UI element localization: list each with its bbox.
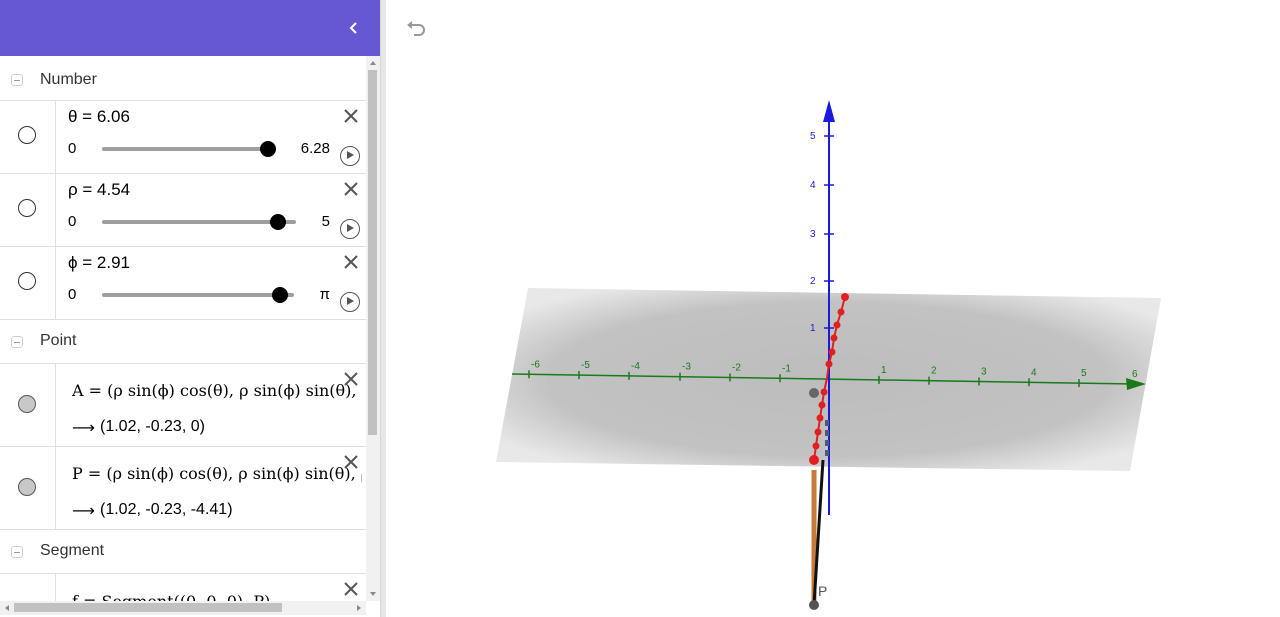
group-title-number: Number [40, 71, 97, 88]
x-tick-label: 2 [931, 366, 937, 377]
algebra-header-bar [0, 0, 380, 56]
marble-cell [0, 174, 56, 246]
slider-track[interactable] [102, 214, 296, 230]
marble-cell [0, 364, 56, 446]
point-value: (1.02, -0.23, 0) [100, 418, 205, 435]
visibility-toggle[interactable] [18, 478, 36, 496]
z-tick-label: 3 [810, 229, 816, 240]
x-tick-label: 1 [881, 365, 887, 376]
z-tick-label: 5 [810, 131, 816, 142]
scroll-right-icon[interactable] [354, 601, 364, 615]
slider-min-label: 0 [68, 140, 77, 157]
visibility-toggle[interactable] [18, 272, 36, 290]
vertical-scroll-thumb[interactable] [368, 70, 377, 435]
slider-track[interactable] [102, 141, 276, 157]
slider-row-phi[interactable]: ϕ = 2.91 0 π [0, 246, 366, 319]
horizontal-scrollbar[interactable] [0, 601, 366, 615]
group-title-segment: Segment [40, 542, 105, 559]
slider-label[interactable]: θ = 6.06 [68, 107, 130, 127]
close-icon[interactable] [342, 107, 360, 125]
close-icon[interactable] [342, 453, 360, 471]
z-tick-label: 2 [810, 276, 816, 287]
algebra-list: Number θ = 6.06 0 6.28 ρ = 4.54 0 5 ϕ = … [0, 56, 366, 601]
x-tick-label: -6 [531, 359, 540, 370]
slider-thumb[interactable] [259, 141, 276, 157]
x-tick-label: -3 [682, 362, 691, 373]
segment-row-f[interactable]: f = Segment((0, 0, 0), P) [0, 573, 366, 601]
play-icon[interactable] [340, 292, 360, 312]
output-arrow-icon: ⟶ [72, 420, 95, 437]
visibility-toggle[interactable] [18, 395, 36, 413]
scroll-up-icon[interactable] [366, 58, 380, 68]
point-row-a[interactable]: A = (ρ sin(ϕ) cos(θ), ρ sin(ϕ) sin(θ), 0… [0, 363, 366, 446]
slider-thumb[interactable] [270, 214, 287, 230]
output-arrow-icon: ⟶ [72, 503, 95, 520]
algebra-panel: Number θ = 6.06 0 6.28 ρ = 4.54 0 5 ϕ = … [0, 0, 380, 617]
slider-max-label: π [319, 286, 330, 303]
slider-max-label: 6.28 [300, 140, 330, 157]
x-tick-label: 6 [1132, 369, 1138, 380]
collapse-group-icon[interactable] [11, 336, 23, 348]
marble-cell [0, 247, 56, 319]
segment-definition[interactable]: f = Segment((0, 0, 0), P) [72, 592, 362, 601]
play-icon[interactable] [340, 146, 360, 166]
x-tick-label: -2 [732, 362, 741, 373]
marble-cell [0, 574, 56, 601]
chevron-left-icon [349, 22, 357, 34]
slider-row-rho[interactable]: ρ = 4.54 0 5 [0, 173, 366, 246]
marble-cell [0, 447, 56, 529]
point-definition[interactable]: A = (ρ sin(ϕ) cos(θ), ρ sin(ϕ) sin(θ), 0… [72, 381, 362, 400]
horizontal-scroll-thumb[interactable] [14, 603, 282, 612]
collapse-panel-button[interactable] [342, 16, 366, 40]
slider-track[interactable] [102, 287, 294, 303]
close-icon[interactable] [342, 180, 360, 198]
visibility-toggle[interactable] [18, 126, 36, 144]
point-value: (1.02, -0.23, -4.41) [100, 501, 233, 518]
slider-label[interactable]: ϕ = 2.91 [68, 253, 130, 273]
slider-min-label: 0 [68, 213, 77, 230]
collapse-group-icon[interactable] [11, 546, 23, 558]
x-tick-label: -4 [631, 361, 640, 372]
scroll-down-icon[interactable] [366, 589, 380, 599]
group-header-segment[interactable]: Segment [0, 529, 366, 573]
graphics-3d-view[interactable]: -6 -5 -4 -3 -2 -1 1 2 3 4 5 6 5 4 3 2 1 P [386, 0, 1280, 617]
vertical-scrollbar[interactable] [366, 56, 380, 601]
point-a[interactable] [809, 388, 819, 398]
marble-cell [0, 101, 56, 173]
point-p[interactable] [809, 600, 819, 610]
group-header-number[interactable]: Number [0, 58, 366, 102]
slider-row-theta[interactable]: θ = 6.06 0 6.28 [0, 100, 366, 173]
z-tick-label: 1 [810, 323, 816, 334]
slider-label[interactable]: ρ = 4.54 [68, 180, 130, 200]
x-tick-label: 4 [1031, 367, 1037, 378]
z-axis-arrow [823, 100, 835, 122]
x-tick-label: 3 [981, 366, 987, 377]
x-tick-label: -1 [782, 363, 791, 374]
graphics-canvas[interactable]: -6 -5 -4 -3 -2 -1 1 2 3 4 5 6 5 4 3 2 1 P [386, 0, 1280, 617]
x-tick-label: -5 [581, 360, 590, 371]
x-tick-label: 5 [1081, 368, 1087, 379]
group-title-point: Point [40, 332, 77, 349]
visibility-toggle[interactable] [18, 199, 36, 217]
close-icon[interactable] [342, 580, 360, 598]
scroll-left-icon[interactable] [2, 601, 12, 615]
point-definition[interactable]: P = (ρ sin(ϕ) cos(θ), ρ sin(ϕ) sin(θ), ρ… [72, 464, 362, 483]
point-row-p[interactable]: P = (ρ sin(ϕ) cos(θ), ρ sin(ϕ) sin(θ), ρ… [0, 446, 366, 529]
slider-max-label: 5 [321, 213, 330, 230]
slider-min-label: 0 [68, 286, 77, 303]
close-icon[interactable] [342, 370, 360, 388]
collapse-group-icon[interactable] [11, 74, 23, 86]
slider-thumb[interactable] [271, 287, 288, 303]
z-tick-label: 4 [810, 180, 816, 191]
play-icon[interactable] [340, 219, 360, 239]
point-p-label: P [818, 583, 827, 599]
close-icon[interactable] [342, 253, 360, 271]
group-header-point[interactable]: Point [0, 319, 366, 363]
